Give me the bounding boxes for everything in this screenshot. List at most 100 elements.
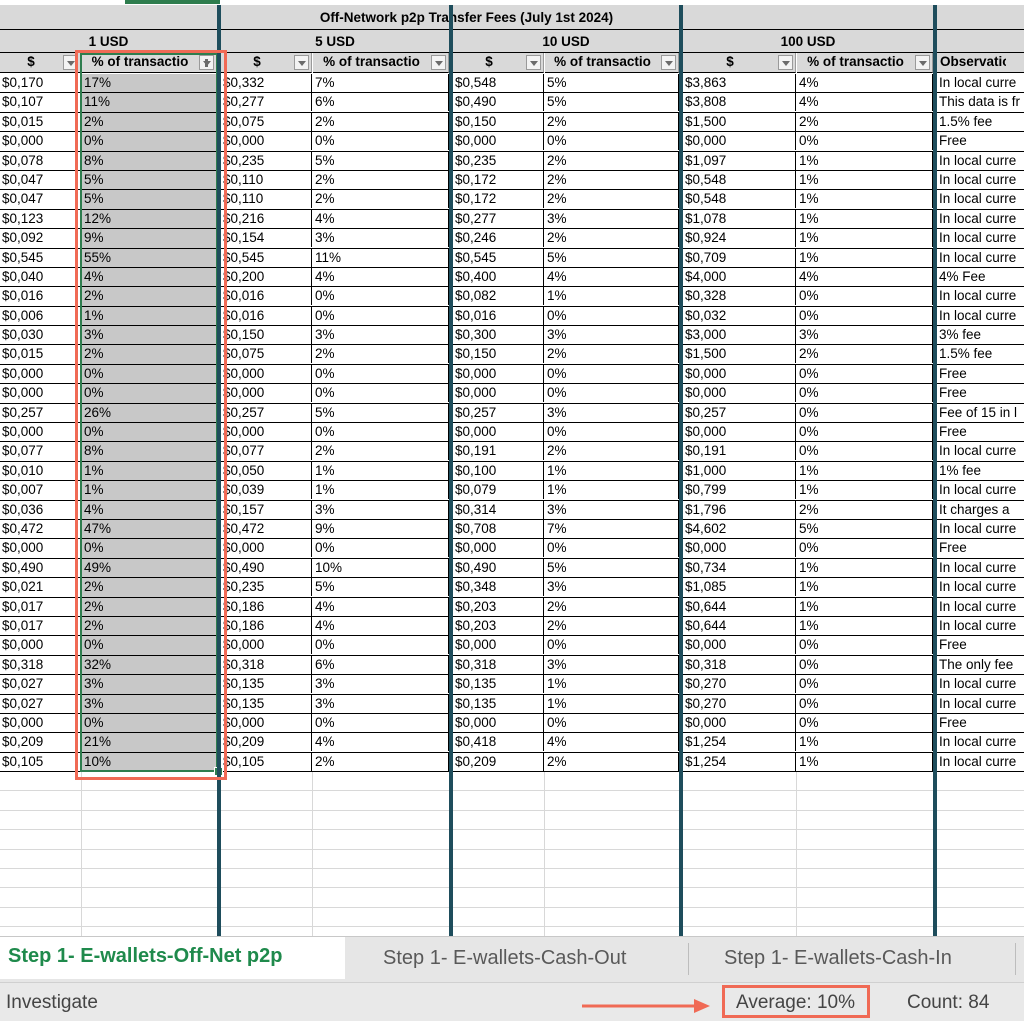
cell-pct-100[interactable]: 5% <box>797 519 933 538</box>
cell-pct-100[interactable]: 2% <box>797 500 933 519</box>
cell-pct-1[interactable]: 55% <box>82 248 217 267</box>
column-header-observations[interactable]: Observation <box>937 53 1024 73</box>
cell-usd-10[interactable]: $0,079 <box>453 481 544 500</box>
cell-usd-1[interactable]: $0,027 <box>0 694 81 713</box>
cell-usd-5[interactable]: $0,016 <box>221 306 312 325</box>
cell-pct-10[interactable]: 0% <box>545 539 679 558</box>
cell-usd-10[interactable]: $0,000 <box>453 636 544 655</box>
cell-usd-10[interactable]: $0,490 <box>453 93 544 112</box>
cell-usd-100[interactable]: $0,270 <box>683 694 796 713</box>
cell-pct-100[interactable]: 1% <box>797 578 933 597</box>
cell-pct-100[interactable]: 0% <box>797 132 933 151</box>
cell-pct-100[interactable]: 3% <box>797 326 933 345</box>
cell-observation[interactable]: In local curre <box>937 152 1024 170</box>
column-header-usd-100[interactable]: $ <box>683 53 796 73</box>
cell-pct-1[interactable]: 2% <box>82 616 217 635</box>
cell-pct-5[interactable]: 1% <box>313 481 449 500</box>
cell-observation[interactable]: 4% Fee <box>937 268 1024 286</box>
cell-usd-10[interactable]: $0,000 <box>453 539 544 558</box>
cell-usd-1[interactable]: $0,017 <box>0 616 81 635</box>
cell-observation[interactable]: In local curre <box>937 753 1024 771</box>
cell-pct-100[interactable]: 0% <box>797 403 933 422</box>
cell-usd-1[interactable]: $0,040 <box>0 267 81 286</box>
cell-observation[interactable]: In local curre <box>937 229 1024 247</box>
spreadsheet-grid[interactable]: Off-Network p2p Transfer Fees (July 1st … <box>0 0 1024 936</box>
cell-usd-1[interactable]: $0,078 <box>0 151 81 170</box>
cell-observation[interactable]: This data is fr <box>937 93 1024 111</box>
cell-usd-5[interactable]: $0,135 <box>221 675 312 694</box>
cell-pct-5[interactable]: 1% <box>313 461 449 480</box>
cell-observation[interactable]: In local curre <box>937 733 1024 751</box>
cell-usd-1[interactable]: $0,007 <box>0 481 81 500</box>
cell-pct-5[interactable]: 0% <box>313 423 449 442</box>
cell-usd-1[interactable]: $0,015 <box>0 345 81 364</box>
cell-pct-10[interactable]: 5% <box>545 248 679 267</box>
cell-pct-1[interactable]: 5% <box>82 170 217 189</box>
cell-pct-100[interactable]: 0% <box>797 442 933 461</box>
cell-observation[interactable]: In local curre <box>937 578 1024 596</box>
cell-pct-5[interactable]: 0% <box>313 713 449 732</box>
cell-pct-10[interactable]: 0% <box>545 364 679 383</box>
cell-usd-10[interactable]: $0,000 <box>453 423 544 442</box>
empty-row[interactable] <box>0 907 1024 928</box>
cell-pct-10[interactable]: 4% <box>545 267 679 286</box>
cell-pct-100[interactable]: 0% <box>797 384 933 403</box>
filter-dropdown-icon[interactable] <box>526 55 541 70</box>
group-header-100usd[interactable]: 100 USD <box>683 30 933 53</box>
cell-usd-10[interactable]: $0,000 <box>453 364 544 383</box>
cell-usd-5[interactable]: $0,075 <box>221 112 312 131</box>
cell-observation[interactable]: Free <box>937 365 1024 383</box>
cell-usd-1[interactable]: $0,472 <box>0 519 81 538</box>
cell-usd-5[interactable]: $0,135 <box>221 694 312 713</box>
cell-usd-5[interactable]: $0,000 <box>221 713 312 732</box>
cell-observation[interactable]: Free <box>937 714 1024 732</box>
column-header-usd-1[interactable]: $ <box>0 53 81 73</box>
cell-observation[interactable]: In local curre <box>937 559 1024 577</box>
cell-pct-100[interactable]: 0% <box>797 655 933 674</box>
cell-pct-1[interactable]: 4% <box>82 500 217 519</box>
cell-pct-5[interactable]: 3% <box>313 694 449 713</box>
cell-usd-5[interactable]: $0,200 <box>221 267 312 286</box>
filter-dropdown-icon[interactable] <box>661 55 676 70</box>
cell-observation[interactable]: Free <box>937 423 1024 441</box>
cell-pct-1[interactable]: 0% <box>82 713 217 732</box>
cell-usd-5[interactable]: $0,050 <box>221 461 312 480</box>
cell-usd-100[interactable]: $0,000 <box>683 636 796 655</box>
cell-pct-10[interactable]: 2% <box>545 442 679 461</box>
cell-usd-10[interactable]: $0,150 <box>453 345 544 364</box>
cell-observation[interactable]: In local curre <box>937 171 1024 189</box>
cell-observation[interactable]: Free <box>937 384 1024 402</box>
cell-usd-10[interactable]: $0,150 <box>453 112 544 131</box>
cell-observation[interactable]: Free <box>937 132 1024 150</box>
cell-pct-10[interactable]: 1% <box>545 675 679 694</box>
cell-usd-100[interactable]: $0,000 <box>683 539 796 558</box>
cell-observation[interactable]: 1.5% fee <box>937 113 1024 131</box>
cell-pct-1[interactable]: 0% <box>82 636 217 655</box>
filter-dropdown-icon[interactable] <box>778 55 793 70</box>
cell-pct-1[interactable]: 0% <box>82 384 217 403</box>
cell-observation[interactable]: The only fee <box>937 656 1024 674</box>
cell-usd-5[interactable]: $0,545 <box>221 248 312 267</box>
cell-pct-1[interactable]: 2% <box>82 345 217 364</box>
cell-pct-1[interactable]: 32% <box>82 655 217 674</box>
cell-observation[interactable]: In local curre <box>937 190 1024 208</box>
cell-usd-100[interactable]: $0,709 <box>683 248 796 267</box>
cell-usd-100[interactable]: $4,000 <box>683 267 796 286</box>
cell-usd-1[interactable]: $0,092 <box>0 229 81 248</box>
cell-usd-5[interactable]: $0,016 <box>221 287 312 306</box>
empty-row[interactable] <box>0 849 1024 870</box>
cell-usd-1[interactable]: $0,209 <box>0 733 81 752</box>
cell-usd-10[interactable]: $0,191 <box>453 442 544 461</box>
cell-usd-1[interactable]: $0,015 <box>0 112 81 131</box>
column-header-pct-100[interactable]: % of transactio <box>797 53 933 73</box>
cell-pct-100[interactable]: 4% <box>797 74 933 92</box>
cell-usd-5[interactable]: $0,235 <box>221 578 312 597</box>
cell-usd-100[interactable]: $0,548 <box>683 170 796 189</box>
cell-usd-5[interactable]: $0,075 <box>221 345 312 364</box>
cell-observation[interactable]: In local curre <box>937 287 1024 305</box>
cell-usd-100[interactable]: $3,000 <box>683 326 796 345</box>
filter-dropdown-icon[interactable] <box>431 55 446 70</box>
cell-pct-1[interactable]: 21% <box>82 733 217 752</box>
cell-pct-10[interactable]: 2% <box>545 170 679 189</box>
empty-row[interactable] <box>0 869 1024 889</box>
